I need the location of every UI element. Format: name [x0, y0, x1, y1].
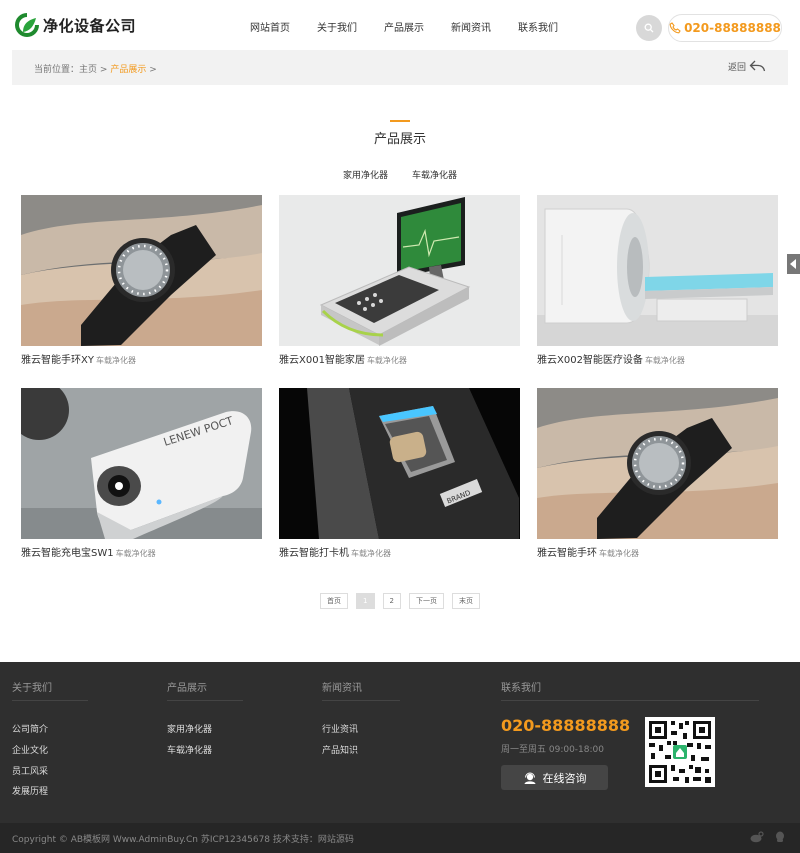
copyright-text: Copyright © AB模板网 Www.AdminBuy.Cn 苏ICP12…	[12, 835, 354, 845]
breadcrumb-current[interactable]: 产品展示	[110, 65, 146, 75]
footer-link[interactable]: 公司简介	[12, 722, 48, 735]
footer-news-title: 新闻资讯	[322, 683, 362, 694]
footer-link[interactable]: 员工风采	[12, 764, 48, 777]
online-consult-button[interactable]: 在线咨询	[501, 765, 608, 790]
product-card[interactable]: 雅云X002智能医疗设备 车载净化器	[537, 195, 778, 366]
nav-item-contact[interactable]: 联系我们	[518, 19, 558, 34]
qr-code-image	[645, 717, 715, 787]
main-nav: 网站首页 关于我们 产品展示 新闻资讯 联系我们	[250, 19, 585, 34]
breadcrumb-bar: 当前位置：主页 > 产品展示 > 返回	[12, 50, 788, 85]
footer-link[interactable]: 产品知识	[322, 743, 358, 756]
social-links	[740, 831, 786, 846]
footer-divider	[167, 700, 243, 701]
footer-link[interactable]: 家用净化器	[167, 722, 212, 735]
caret-left-icon	[790, 259, 796, 269]
product-tag: 车载净化器	[351, 549, 391, 558]
product-card[interactable]: 雅云智能手环 车载净化器	[537, 388, 778, 559]
footer-divider	[12, 700, 88, 701]
breadcrumb: 当前位置：主页 > 产品展示 >	[34, 62, 157, 75]
product-card[interactable]: BRAND 雅云智能打卡机 车载净化器	[279, 388, 520, 559]
site-footer: 关于我们 公司简介 企业文化 员工风采 发展历程 产品展示 家用净化器 车载净化…	[0, 662, 800, 823]
footer-link[interactable]: 车载净化器	[167, 743, 212, 756]
section-title: 产品展示	[373, 132, 426, 147]
product-name[interactable]: 雅云智能手环	[537, 548, 597, 559]
page-first[interactable]: 首页	[320, 593, 349, 609]
phone-icon	[669, 22, 681, 34]
footer-link[interactable]: 发展历程	[12, 784, 48, 797]
product-image-scanner[interactable]	[537, 195, 778, 346]
product-card[interactable]: 雅云X001智能家居 车载净化器	[279, 195, 520, 366]
site-header: 净化设备公司 网站首页 关于我们 产品展示 新闻资讯 联系我们 020-8888…	[0, 0, 800, 52]
product-tag: 车载净化器	[366, 356, 407, 365]
product-image-smartwatch[interactable]	[21, 195, 262, 346]
product-name[interactable]: 雅云智能打卡机	[279, 548, 349, 559]
nav-item-about[interactable]: 关于我们	[317, 19, 357, 34]
category-tabs: 家用净化器 车载净化器	[0, 168, 800, 181]
header-phone[interactable]: 020-88888888	[668, 14, 782, 42]
category-tab-home-purifier[interactable]: 家用净化器	[343, 168, 388, 181]
page-last[interactable]: 末页	[451, 593, 480, 609]
online-consult-label: 在线咨询	[542, 771, 587, 785]
back-label: 返回	[727, 62, 746, 73]
search-icon	[644, 23, 654, 33]
qq-icon[interactable]	[774, 831, 786, 846]
product-card[interactable]: 雅云智能手环XY 车载净化器	[21, 195, 262, 366]
footer-phone[interactable]: 020-88888888	[501, 716, 630, 735]
breadcrumb-prefix: 当前位置：	[34, 65, 80, 75]
nav-item-home[interactable]: 网站首页	[250, 19, 290, 34]
back-arrow-icon	[749, 60, 766, 72]
section-title-accent	[390, 120, 410, 122]
product-name[interactable]: 雅云X001智能家居	[279, 355, 365, 366]
back-button[interactable]: 返回	[728, 59, 766, 73]
product-image-fingerprint-scanner[interactable]: BRAND	[279, 388, 520, 539]
site-logo[interactable]: 净化设备公司	[14, 12, 136, 38]
footer-contact-title: 联系我们	[501, 683, 541, 694]
copyright-bar: Copyright © AB模板网 Www.AdminBuy.Cn 苏ICP12…	[0, 823, 800, 853]
breadcrumb-home[interactable]: 主页	[79, 65, 97, 75]
category-tab-car-purifier[interactable]: 车载净化器	[412, 168, 457, 181]
nav-item-products[interactable]: 产品展示	[384, 19, 424, 34]
page-1[interactable]: 1	[356, 593, 375, 609]
footer-divider	[322, 700, 400, 701]
header-phone-number: 020-88888888	[684, 21, 781, 35]
page-next[interactable]: 下一页	[408, 593, 444, 609]
search-button[interactable]	[636, 15, 662, 41]
breadcrumb-separator: >	[99, 65, 108, 75]
product-image-handheld-device[interactable]: LENEW POCT	[21, 388, 262, 539]
product-name[interactable]: 雅云X002智能医疗设备	[537, 355, 643, 366]
headset-icon	[524, 772, 535, 784]
product-tag: 车载净化器	[644, 356, 685, 365]
footer-link[interactable]: 企业文化	[12, 743, 48, 756]
pagination: 首页 1 2 下一页 末页	[0, 593, 800, 609]
product-image-smartwatch[interactable]	[537, 388, 778, 539]
product-tag: 车载净化器	[95, 356, 136, 365]
product-image-monitor-device[interactable]	[279, 195, 520, 346]
footer-about-title: 关于我们	[12, 683, 52, 694]
product-name[interactable]: 雅云智能充电宝SW1	[21, 548, 114, 559]
product-tag: 车载净化器	[115, 549, 156, 558]
product-card[interactable]: LENEW POCT 雅云智能充电宝SW1 车载净化器	[21, 388, 262, 559]
footer-divider	[501, 700, 759, 701]
product-name[interactable]: 雅云智能手环XY	[21, 355, 94, 366]
breadcrumb-separator: >	[149, 65, 157, 75]
side-panel-toggle[interactable]	[787, 254, 800, 274]
nav-item-news[interactable]: 新闻资讯	[451, 19, 491, 34]
product-tag: 车载净化器	[599, 549, 639, 558]
footer-link[interactable]: 行业资讯	[322, 722, 358, 735]
footer-hours: 周一至周五 09:00-18:00	[501, 745, 604, 755]
page-2[interactable]: 2	[382, 593, 401, 609]
weibo-icon[interactable]	[750, 831, 764, 846]
logo-leaf-icon	[15, 13, 39, 37]
logo-text: 净化设备公司	[43, 16, 137, 35]
footer-products-title: 产品展示	[167, 683, 207, 694]
